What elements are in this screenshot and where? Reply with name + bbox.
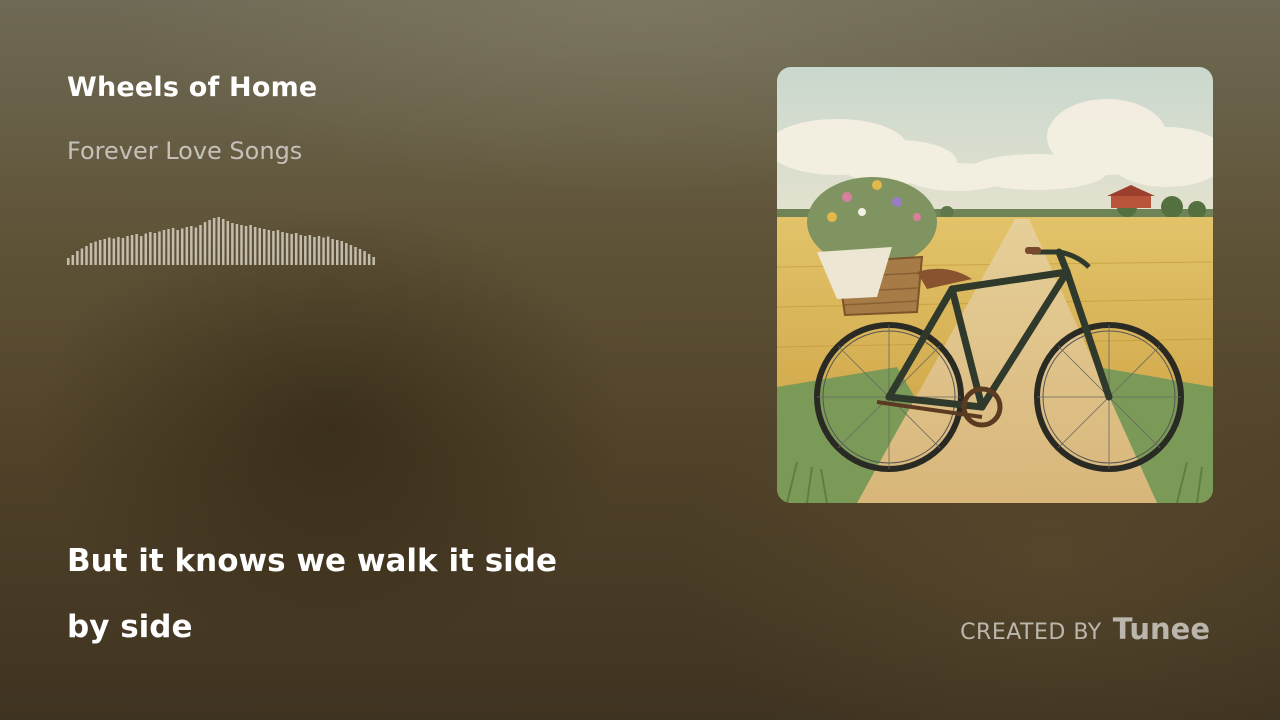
waveform-bar	[240, 225, 243, 265]
waveform-bar	[199, 225, 202, 265]
waveform-bar	[103, 239, 106, 265]
waveform-bar	[258, 228, 261, 265]
lyric-line-next: by side	[67, 609, 193, 645]
waveform-bar	[354, 247, 357, 265]
waveform-bar	[276, 230, 280, 265]
waveform-bar	[190, 226, 193, 265]
waveform-bar	[167, 229, 170, 265]
waveform-bar	[299, 235, 303, 265]
waveform-bar	[171, 228, 175, 265]
waveform-bar	[185, 227, 189, 265]
waveform-bar	[67, 258, 70, 265]
waveform-bar	[304, 236, 307, 265]
waveform-bar	[121, 238, 125, 265]
waveform-bar	[94, 241, 97, 265]
brand-logo-text: Tunee	[1112, 612, 1210, 646]
album-cover-bicycle-illustration	[777, 67, 1213, 503]
waveform-bar	[85, 246, 88, 265]
lyrics-panel: But it knows we walk it side by side	[67, 538, 627, 670]
waveform-bar	[203, 222, 207, 265]
waveform-bar	[244, 226, 248, 265]
waveform-bar	[153, 233, 157, 265]
waveform-bar	[272, 231, 275, 265]
created-by-label: CREATED BY	[960, 620, 1102, 645]
waveform-bar	[158, 231, 161, 265]
waveform-bar	[358, 249, 362, 265]
song-title: Wheels of Home	[67, 72, 318, 103]
waveform-bar	[126, 236, 129, 265]
waveform-bar	[372, 257, 375, 265]
waveform-bar	[326, 236, 330, 265]
waveform-bar	[294, 233, 298, 265]
album-name: Forever Love Songs	[67, 137, 303, 165]
waveform-bar	[71, 255, 75, 265]
waveform-bar	[340, 241, 344, 265]
waveform-bar	[253, 227, 257, 265]
waveform-bar	[212, 218, 216, 265]
waveform-bar	[349, 245, 353, 265]
waveform-bar	[217, 217, 220, 265]
waveform-bar	[313, 237, 316, 265]
created-by-credit: CREATED BY Tunee	[960, 612, 1210, 646]
waveform-bar	[130, 235, 134, 265]
waveform-bar	[235, 224, 239, 265]
waveform-bar	[267, 230, 271, 265]
waveform-bar	[231, 223, 234, 265]
waveform-bar	[98, 240, 102, 265]
waveform-bar	[263, 229, 266, 265]
waveform-bar	[222, 219, 225, 265]
waveform-bar	[135, 234, 138, 265]
waveform-bar	[290, 234, 293, 265]
waveform-bar	[285, 233, 289, 265]
waveform-bar	[317, 236, 321, 265]
waveform-bar	[281, 232, 284, 265]
waveform-bar	[208, 220, 211, 265]
waveform-bar	[89, 243, 93, 265]
waveform-bars	[67, 217, 375, 265]
waveform-bar	[363, 251, 366, 265]
waveform-bar	[149, 232, 152, 265]
lyric-line-current: But it knows we walk it side	[67, 543, 557, 579]
waveform-bar	[144, 233, 148, 265]
waveform-bar	[249, 225, 252, 265]
waveform-bar	[308, 235, 312, 265]
audio-waveform	[67, 215, 377, 265]
waveform-bar	[76, 251, 79, 265]
waveform-bar	[331, 239, 334, 265]
waveform-bar	[139, 236, 143, 265]
album-cover-art	[777, 67, 1213, 503]
waveform-bar	[367, 254, 371, 265]
waveform-bar	[194, 227, 198, 265]
waveform-bar	[345, 243, 348, 265]
waveform-bar	[226, 221, 230, 265]
waveform-bar	[322, 237, 325, 265]
waveform-bar	[180, 228, 184, 265]
waveform-bar	[80, 248, 84, 265]
waveform-bar	[112, 238, 116, 265]
waveform-bar	[335, 240, 339, 265]
waveform-bar	[162, 230, 166, 265]
waveform-bar	[176, 230, 179, 265]
waveform-bar	[117, 237, 120, 265]
waveform-bar	[108, 237, 111, 265]
